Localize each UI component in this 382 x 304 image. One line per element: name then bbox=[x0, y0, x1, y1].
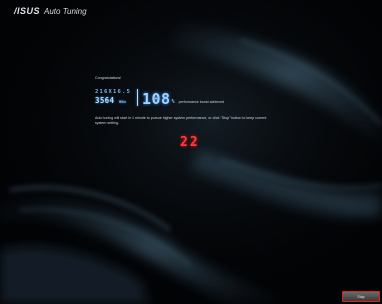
countdown-timer: 22 bbox=[180, 135, 200, 150]
auto-tuning-screen: /ISUS Auto Tuning Congratulations! 216X1… bbox=[0, 0, 382, 304]
frequency-value: 3564 bbox=[95, 96, 115, 105]
boost-percent: 108 bbox=[142, 90, 171, 108]
frequency-unit: MHz bbox=[119, 100, 127, 104]
background-swirl bbox=[0, 0, 382, 304]
bclk-ratio: 216X16.5 bbox=[95, 89, 132, 95]
asus-logo: /ISUS bbox=[14, 6, 41, 16]
app-title: Auto Tuning bbox=[44, 7, 87, 16]
cpu-frequency: 3564 MHz bbox=[95, 96, 126, 105]
stop-button[interactable]: Stop bbox=[342, 291, 380, 302]
percent-sign: % bbox=[171, 99, 175, 105]
score-row: 216X16.5 3564 MHz 108 % performance boos… bbox=[95, 87, 325, 107]
score-divider bbox=[137, 89, 138, 106]
brand-header: /ISUS Auto Tuning bbox=[14, 6, 87, 16]
result-panel: Congratulations! 216X16.5 3564 MHz 108 %… bbox=[95, 76, 325, 126]
auto-tuning-message: Auto tuning will start in 1 minute to pu… bbox=[95, 116, 267, 125]
frequency-readout: 216X16.5 3564 MHz bbox=[95, 89, 135, 107]
congrats-text: Congratulations! bbox=[95, 76, 122, 80]
boost-label: performance boost achieved bbox=[178, 100, 224, 104]
